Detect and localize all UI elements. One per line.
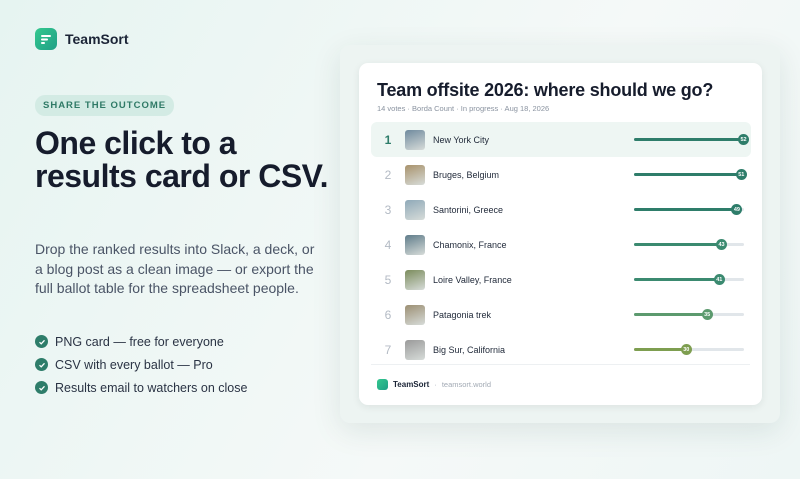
score-bar-fill [634,173,742,176]
teamsort-logo-icon [377,379,388,390]
result-row: 4 Chamonix, France 43 [371,227,751,262]
score-bar-fill [634,313,708,316]
result-row: 3 Santorini, Greece 49 [371,192,751,227]
score-bar: 51 [634,169,747,180]
result-name: Big Sur, California [433,344,506,355]
teamsort-logo-icon [35,28,57,50]
destination-thumbnail [405,199,425,220]
check-icon [35,381,48,394]
results-list: 1 New York City 52 2 Bruges, Belgium 51 3 Santo… [371,122,751,367]
result-rank: 3 [384,202,392,217]
score-bar: 41 [634,274,744,285]
result-rank: 5 [384,272,392,287]
card-title: Team offsite 2026: where should we go? [377,80,714,100]
result-name: Bruges, Belgium [433,169,500,180]
feature-label: CSV with every ballot — Pro [55,357,213,372]
feature-list: PNG card — free for everyone CSV with ev… [35,330,247,399]
destination-thumbnail [405,129,425,150]
score-badge: 35 [701,309,713,320]
result-row: 2 Bruges, Belgium 51 [371,157,751,192]
score-badge: 43 [716,239,727,250]
score-badge: 52 [738,134,749,145]
destination-thumbnail [405,164,425,185]
result-name: New York City [433,134,490,145]
result-row: 6 Patagonia trek 35 [371,297,751,332]
result-row: 7 Big Sur, California 30 [371,332,751,367]
score-bar: 35 [634,309,744,320]
score-bar-fill [634,208,738,211]
score-bar: 30 [634,344,744,355]
feature-label: PNG card — free for everyone [55,334,224,349]
brand[interactable]: TeamSort [35,28,129,50]
results-card: Team offsite 2026: where should we go? 1… [359,63,762,405]
card-meta: 14 votes · Borda Count · In progress · A… [377,104,550,113]
score-bar: 49 [634,204,744,215]
result-name: Patagonia trek [433,309,492,320]
feature-label: Results email to watchers on close [55,380,248,395]
brand-name: TeamSort [65,31,129,47]
score-bar-fill [634,278,720,281]
result-row: 5 Loire Valley, France 41 [371,262,751,297]
result-rank: 7 [384,342,392,357]
score-bar: 52 [634,134,749,145]
feature-item: CSV with every ballot — Pro [35,353,247,376]
score-badge: 49 [731,204,743,215]
result-rank: 1 [384,132,392,147]
card-divider [371,364,750,365]
score-badge: 30 [680,344,692,355]
headline: One click to a results card or CSV. [35,125,328,194]
check-icon [35,335,48,348]
footer-url: teamsort.world [441,380,491,389]
result-name: Santorini, Greece [433,204,504,215]
score-badge: 41 [713,274,725,285]
section-pill: SHARE THE OUTCOME [35,95,175,116]
footer-brand: TeamSort [393,380,430,389]
destination-thumbnail [405,269,425,290]
destination-thumbnail [405,304,425,325]
feature-item: Results email to watchers on close [35,376,247,399]
score-bar-fill [634,138,744,141]
result-name: Loire Valley, France [433,274,512,285]
check-icon [35,358,48,371]
result-name: Chamonix, France [433,239,507,250]
result-rank: 4 [384,237,392,252]
score-badge: 51 [735,169,747,180]
score-bar-fill [634,348,687,351]
destination-thumbnail [405,339,425,360]
score-bar: 43 [634,239,744,250]
feature-item: PNG card — free for everyone [35,330,247,353]
destination-thumbnail [405,234,425,255]
score-bar-fill [634,243,722,246]
result-row: 1 New York City 52 [371,122,751,157]
footer-separator: · [434,380,437,389]
description: Drop the ranked results into Slack, a de… [35,241,315,296]
card-footer: TeamSort · teamsort.world [377,379,491,390]
result-rank: 6 [384,307,392,322]
result-rank: 2 [384,167,392,182]
